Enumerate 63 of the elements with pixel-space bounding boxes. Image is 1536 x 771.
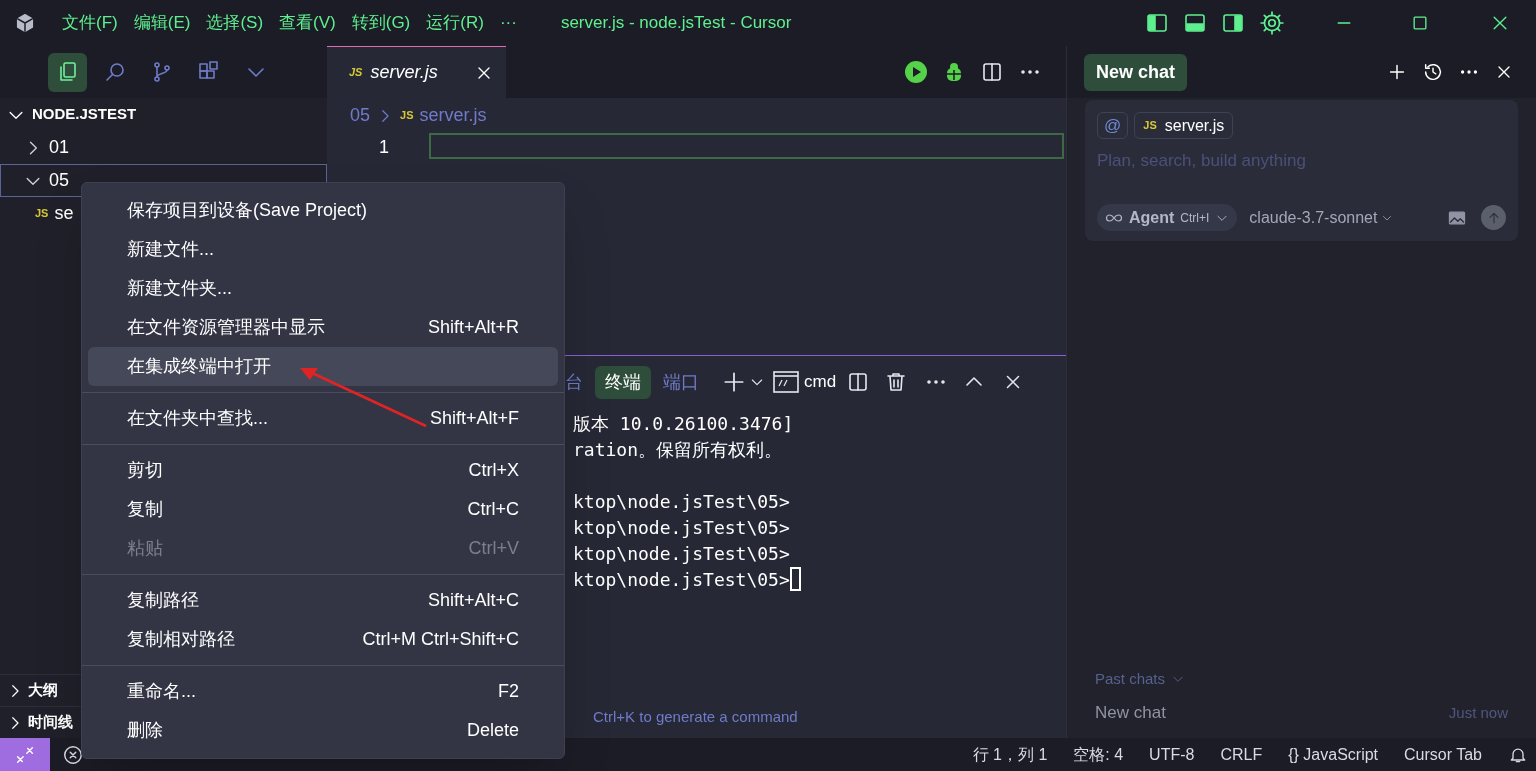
- model-selector[interactable]: claude-3.7-sonnet: [1249, 205, 1394, 230]
- status-item[interactable]: CRLF: [1220, 742, 1263, 767]
- explorer-title: NODE.JSTEST: [32, 104, 137, 125]
- status-item[interactable]: Cursor Tab: [1404, 742, 1482, 767]
- run-icon[interactable]: [904, 60, 928, 84]
- status-item[interactable]: UTF-8: [1149, 742, 1195, 767]
- menu-item[interactable]: 新建文件...: [88, 230, 558, 269]
- menu-item[interactable]: 重命名... F2: [88, 672, 558, 711]
- line-number: 1: [379, 136, 389, 158]
- menu-item[interactable]: 复制相对路径 Ctrl+M Ctrl+Shift+C: [88, 620, 558, 659]
- terminal-line: ktop\node.jsTest\05>: [573, 541, 790, 566]
- terminal-line: ktop\node.jsTest\05>: [573, 515, 790, 540]
- panel-tab[interactable]: 终端: [595, 365, 651, 399]
- files-button[interactable]: [48, 52, 87, 92]
- command-hint: Ctrl+K to generate a command: [593, 707, 798, 727]
- agent-mode-selector[interactable]: Agent Ctrl+I: [1097, 204, 1238, 231]
- menu-item[interactable]: 在文件夹中查找... Shift+Alt+F: [88, 399, 558, 438]
- editor-tab[interactable]: JS server.js: [327, 46, 506, 98]
- status-item[interactable]: 行 1，列 1: [972, 742, 1048, 767]
- menu-bar-item[interactable]: 查看(V): [271, 6, 344, 40]
- menu-item[interactable]: 在文件资源管理器中显示 Shift+Alt+R: [88, 308, 558, 347]
- terminal-line: ktop\node.jsTest\05>: [573, 567, 790, 592]
- app-logo-icon: [14, 12, 36, 34]
- file-context-chip[interactable]: JS server.js: [1134, 112, 1234, 139]
- panel-toggle-icon[interactable]: [1183, 11, 1207, 35]
- menu-item[interactable]: 在集成终端中打开: [88, 347, 558, 386]
- menu-bar-item[interactable]: 文件(F): [54, 6, 126, 40]
- window-title: server.js - node.jsTest - Cursor: [560, 12, 792, 35]
- breadcrumb-item[interactable]: 05: [350, 102, 371, 129]
- status-item[interactable]: 空格: 4: [1073, 742, 1124, 767]
- menu-bar-item[interactable]: 选择(S): [198, 6, 272, 40]
- history-icon[interactable]: [1422, 61, 1444, 83]
- chat-input-field[interactable]: Plan, search, build anything: [1097, 148, 1506, 174]
- sidebar-toggle-icon[interactable]: [1145, 11, 1169, 35]
- file-type-label: JS: [349, 65, 363, 81]
- menu-item[interactable]: 删除 Delete: [88, 711, 558, 750]
- terminal-line: ration。保留所有权利。: [573, 437, 783, 462]
- split-editor-icon[interactable]: [980, 60, 1004, 84]
- menu-bar-item[interactable]: 转到(G): [343, 6, 419, 40]
- breadcrumb-item[interactable]: server.js: [419, 102, 487, 129]
- terminal-icon: [773, 370, 799, 394]
- terminal-line: ktop\node.jsTest\05>: [573, 489, 790, 514]
- panel-tab[interactable]: 端口: [653, 365, 709, 399]
- terminal-line: 版本 10.0.26100.3476]: [573, 411, 794, 436]
- shell-selector[interactable]: cmd: [773, 369, 837, 395]
- menu-item[interactable]: 剪切 Ctrl+X: [88, 451, 558, 490]
- error-icon[interactable]: [62, 743, 84, 766]
- menu-item[interactable]: 复制 Ctrl+C: [88, 490, 558, 529]
- menu-bar-item[interactable]: ···: [491, 6, 525, 40]
- status-item[interactable]: {} JavaScript: [1288, 742, 1379, 767]
- menu-bar-item[interactable]: 编辑(E): [125, 6, 199, 40]
- file-type-label: JS: [1143, 118, 1157, 134]
- menu-item[interactable]: 复制路径 Shift+Alt+C: [88, 581, 558, 620]
- tree-item[interactable]: 01: [0, 131, 327, 164]
- new-chat-button[interactable]: New chat: [1084, 53, 1188, 91]
- secondary-sidebar-toggle-icon[interactable]: [1221, 11, 1245, 35]
- mention-button[interactable]: @: [1097, 112, 1129, 139]
- file-type-label: JS: [35, 206, 49, 222]
- chat-history-item[interactable]: New chat Just now: [1067, 696, 1536, 730]
- file-type-label: JS: [400, 108, 414, 124]
- menu-item[interactable]: 新建文件夹...: [88, 269, 558, 308]
- settings-icon[interactable]: [1259, 10, 1285, 36]
- menu-bar-item[interactable]: 运行(R): [418, 6, 492, 40]
